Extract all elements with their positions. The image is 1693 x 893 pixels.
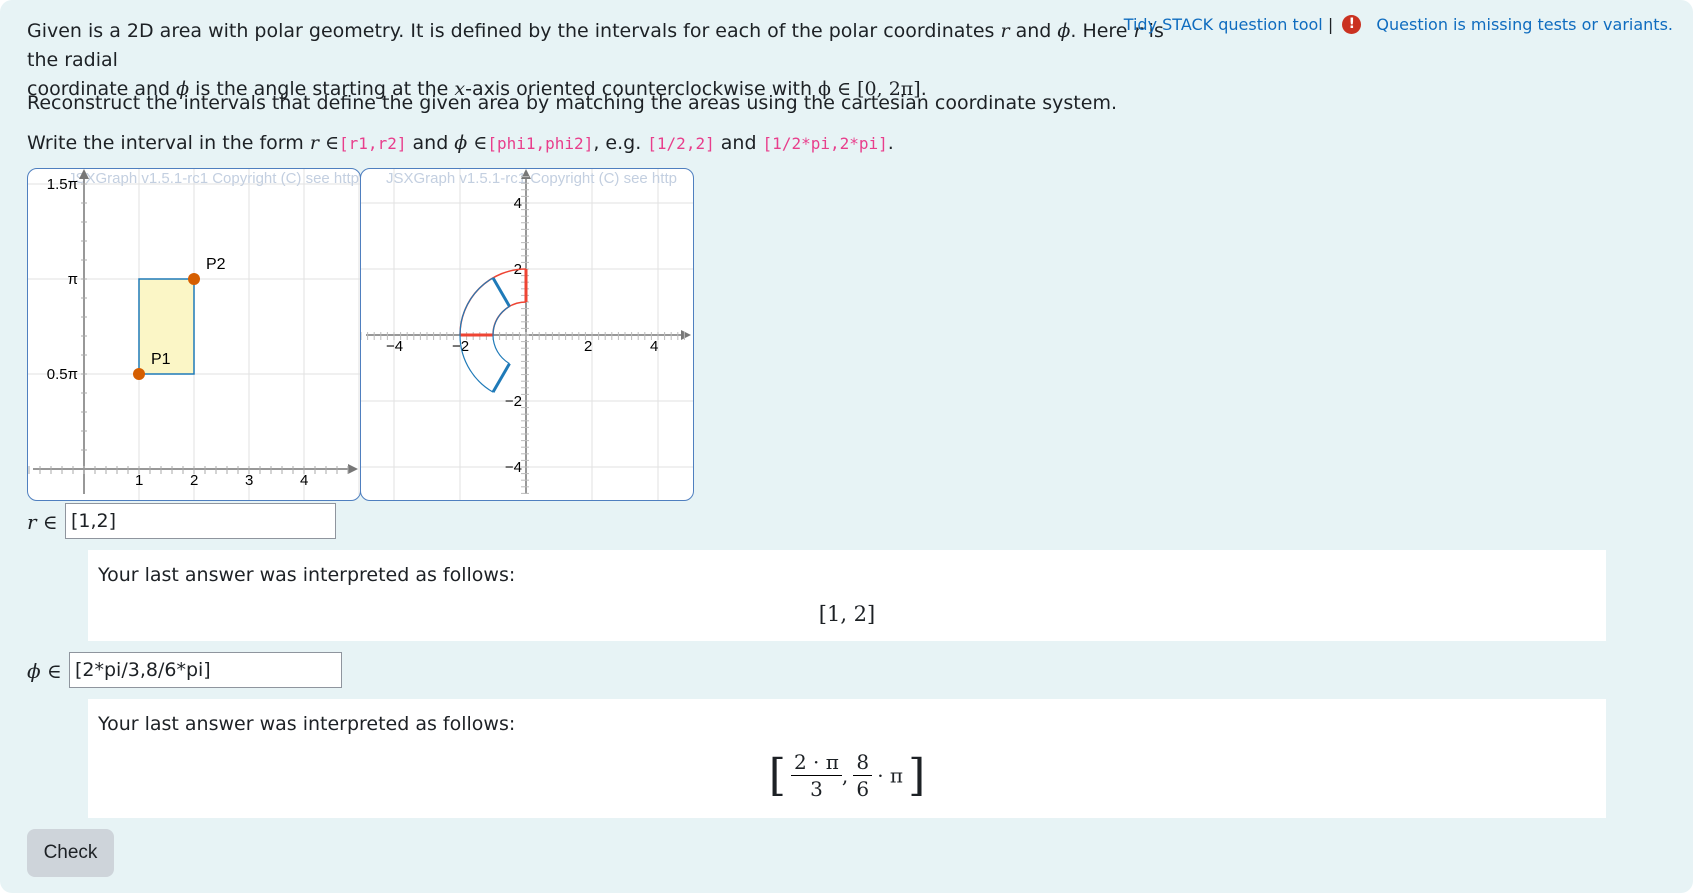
phi-label: ϕ ∈ — [27, 659, 62, 683]
copyright-text: JSXGraph v1.5.1-rc1 Copyright (C) see ht… — [68, 170, 359, 187]
x-tick-label: 2 — [584, 338, 592, 355]
tidy-tool-link[interactable]: Tidy STACK question tool — [1124, 15, 1323, 34]
point-p2 — [188, 273, 200, 285]
y-tick-label: 1.5π — [47, 176, 78, 193]
intro-paragraph-3: Write the interval in the form r ∈[r1,r2… — [27, 132, 894, 154]
exclamation-circle-icon: ! — [1342, 15, 1362, 34]
phi-validation-feedback: Your last answer was interpreted as foll… — [88, 699, 1606, 818]
intro-paragraph-2: Reconstruct the intervals that define th… — [27, 92, 1117, 114]
question-tools: Tidy STACK question tool | ! Question is… — [1123, 15, 1673, 34]
polar-parameter-graph[interactable]: JSXGraph v1.5.1-rc1 Copyright (C) see ht… — [27, 168, 361, 501]
x-tick-label: 1 — [135, 472, 143, 489]
copyright-text: JSXGraph v1.5.1-rc1 Copyright (C) see ht… — [386, 170, 677, 187]
y-tick-label: π — [68, 271, 78, 288]
x-axis-arrow — [681, 330, 691, 340]
r-label: r ∈ — [27, 510, 58, 534]
point-label: P2 — [206, 256, 226, 273]
y-tick-label: 4 — [514, 195, 522, 212]
x-tick-label: 4 — [300, 472, 308, 489]
phi-interpreted-value: [ 2 · π3, 86 · π ] — [768, 750, 926, 801]
y-tick-label: −2 — [505, 393, 522, 410]
x-axis-arrow — [348, 464, 358, 474]
missing-tests-link[interactable]: Question is missing tests or variants. — [1376, 15, 1673, 34]
r-interpreted-value: [1, 2] — [818, 602, 876, 626]
answer-area-start-edge — [491, 277, 511, 308]
phi-interval-input[interactable] — [69, 652, 342, 688]
y-tick-label: −4 — [505, 459, 522, 476]
answer-area-end-edge — [491, 362, 511, 393]
check-button[interactable]: Check — [27, 829, 114, 877]
x-tick-label: 3 — [245, 472, 253, 489]
point-p1 — [133, 368, 145, 380]
point-label: P1 — [151, 351, 171, 368]
y-tick-label: 0.5π — [47, 366, 78, 383]
r-interval-input[interactable] — [65, 503, 336, 539]
x-tick-label: 4 — [650, 338, 658, 355]
cartesian-graph[interactable]: JSXGraph v1.5.1-rc1 Copyright (C) see ht… — [360, 168, 694, 501]
x-tick-label: 2 — [190, 472, 198, 489]
r-validation-feedback: Your last answer was interpreted as foll… — [88, 550, 1606, 641]
x-tick-label: −4 — [386, 338, 403, 355]
